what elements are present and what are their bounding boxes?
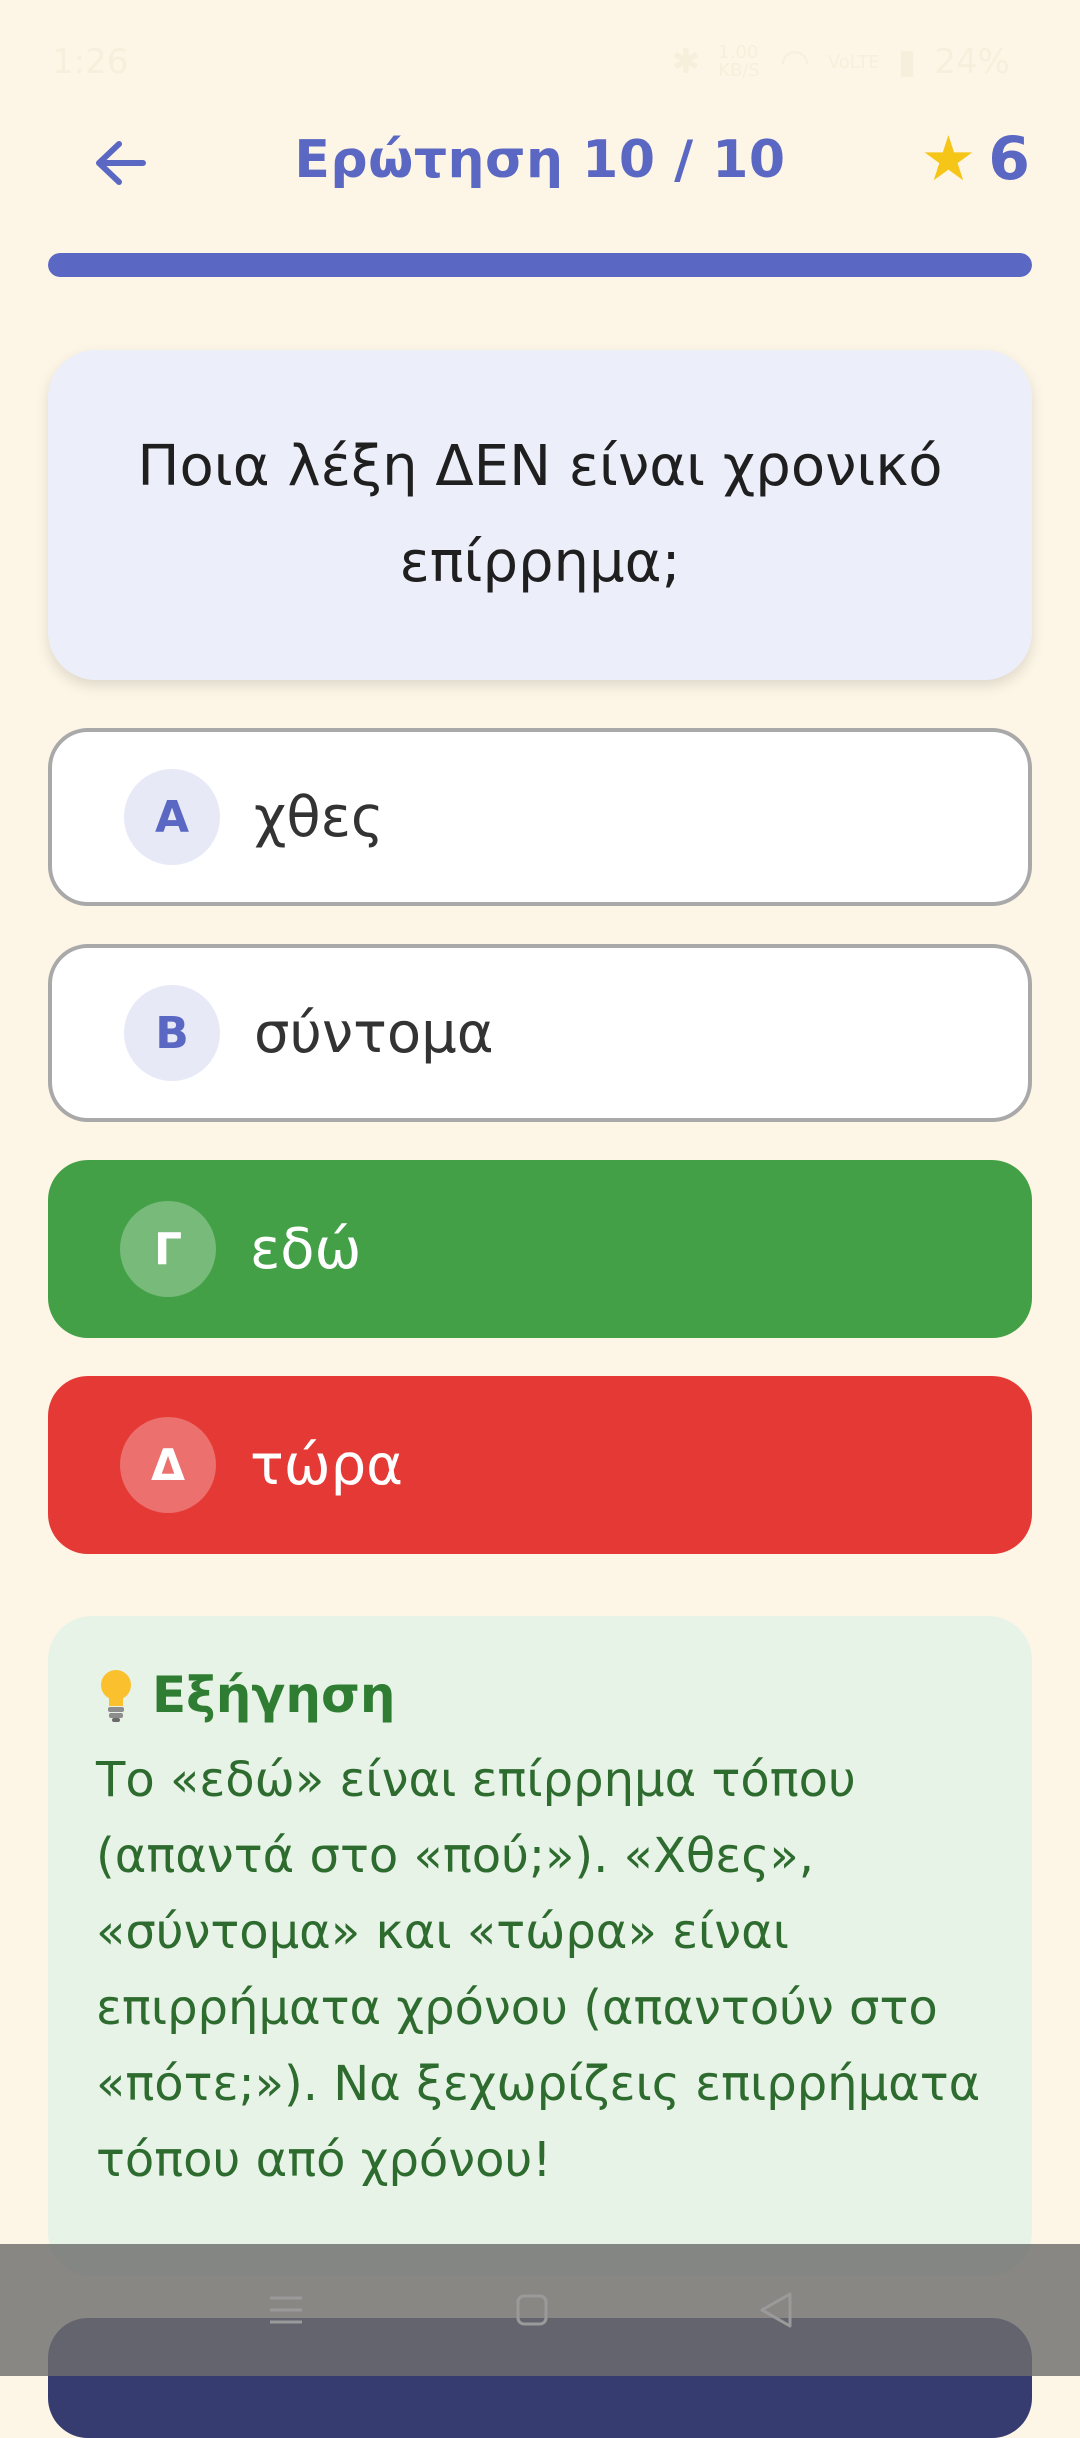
volte-label: VoLTE [827,51,880,73]
star-icon: ★ [920,122,977,195]
question-card: Ποια λέξη ΔΕΝ είναι χρονικό επίρρημα; [48,350,1032,680]
wifi-icon: ◠ [780,42,810,82]
lightbulb-icon [101,1670,131,1722]
explanation-card: Εξήγηση Το «εδώ» είναι επίρρημα τόπου (α… [48,1616,1032,2276]
answer-label: σύντομα [254,1000,494,1066]
answer-letter-badge: Δ [120,1417,216,1513]
answer-letter-badge: Β [124,985,220,1081]
back-nav-icon[interactable] [746,2280,806,2340]
progress-fill [48,253,1032,277]
signal-icon: ▮ [897,42,917,82]
answer-option-c[interactable]: Γ εδώ [48,1160,1032,1338]
question-counter: Ερώτηση 10 / 10 [294,130,786,190]
home-icon[interactable] [502,2280,562,2340]
score-display: ★ 6 [921,124,1030,194]
status-icons: ✱ 1.00 KB/S ◠ VoLTE ▮ 24% [672,42,1010,82]
explanation-title: Εξήγηση [152,1666,396,1724]
answer-label: χθες [254,784,384,850]
score-value: 6 [988,124,1030,194]
question-text: Ποια λέξη ΔΕΝ είναι χρονικό επίρρημα; [137,434,943,595]
explanation-text: Το «εδώ» είναι επίρρημα τόπου (απαντά στ… [96,1752,981,2188]
answer-letter-badge: Γ [120,1201,216,1297]
system-navigation-bar [0,2244,1080,2376]
answer-letter-badge: Α [124,769,220,865]
answer-option-b[interactable]: Β σύντομα [48,944,1032,1122]
bluetooth-icon: ✱ [671,42,701,82]
network-speed: 1.00 KB/S [718,42,760,81]
answer-option-d[interactable]: Δ τώρα [48,1376,1032,1554]
status-bar: 1:26 ✱ 1.00 KB/S ◠ VoLTE ▮ 24% [0,0,1080,120]
top-app-bar: Ερώτηση 10 / 10 ★ 6 [0,120,1080,200]
explanation-header: Εξήγηση [96,1666,984,1724]
battery-level: 24% [934,42,1010,82]
menu-icon[interactable] [256,2280,316,2340]
quiz-progress-bar [48,253,1032,277]
status-time: 1:26 [52,42,129,82]
answer-option-a[interactable]: Α χθες [48,728,1032,906]
answer-label: τώρα [250,1432,404,1498]
answer-label: εδώ [250,1216,362,1282]
